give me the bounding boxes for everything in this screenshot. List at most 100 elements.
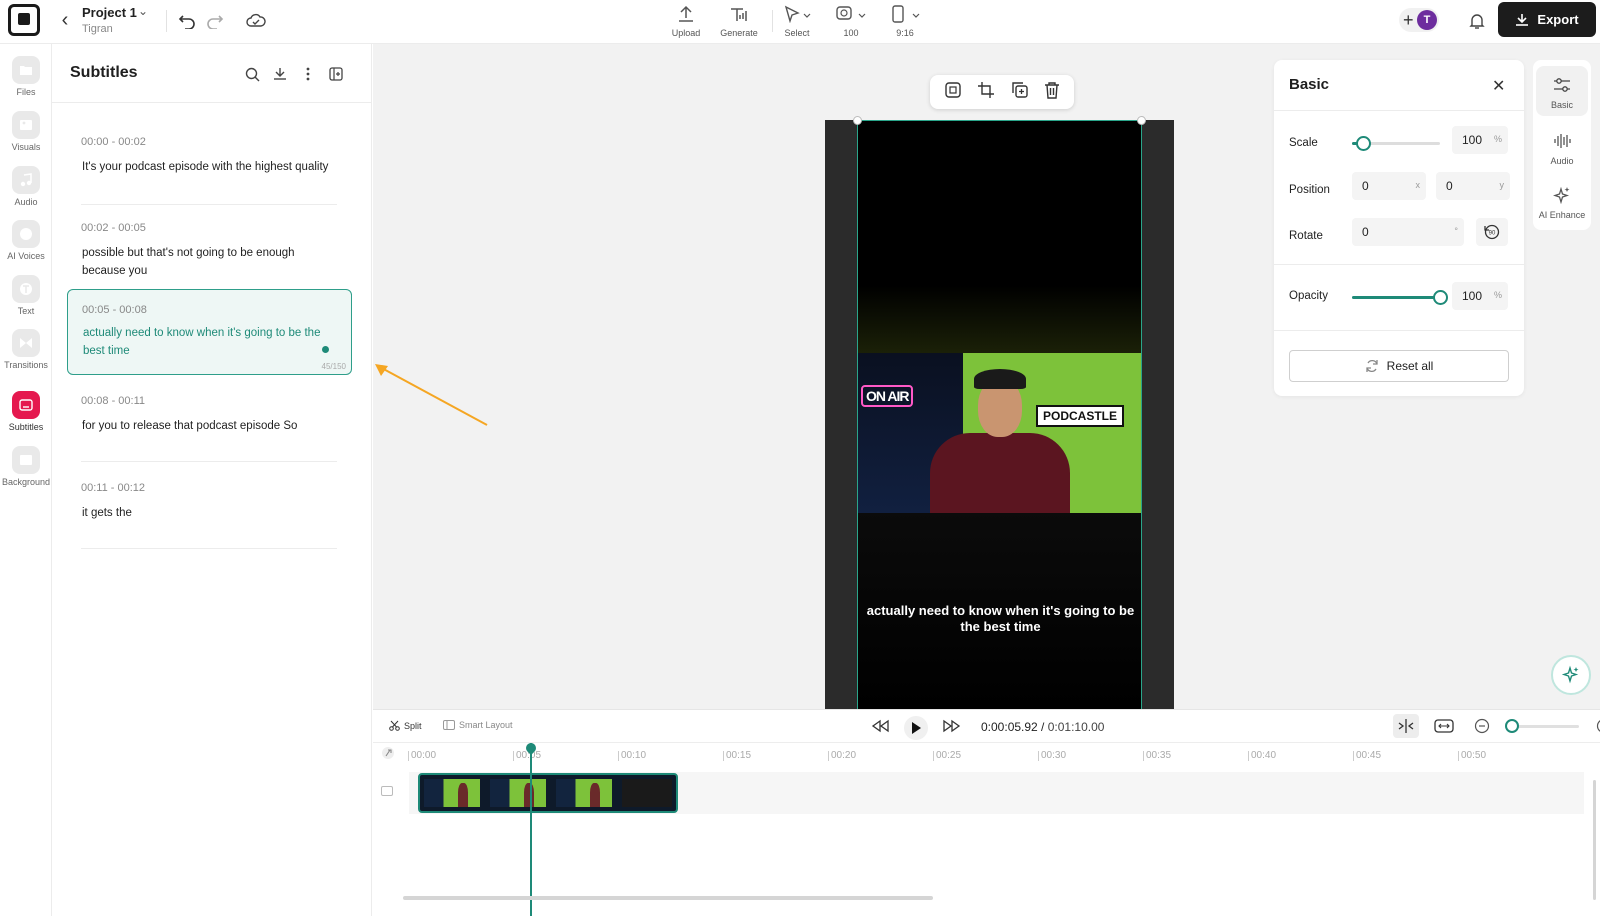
rotate-90-button[interactable]: 90 <box>1476 218 1508 246</box>
subtitle-item-active[interactable]: 00:05 - 00:08 actually need to know when… <box>67 289 352 375</box>
opacity-input[interactable]: 100 % <box>1452 282 1508 310</box>
subtitle-text-editor[interactable]: actually need to know when it's going to… <box>83 324 333 360</box>
add-collaborator-icon[interactable]: + <box>1403 8 1414 32</box>
refresh-icon <box>1366 359 1378 373</box>
fit-frame-icon[interactable] <box>944 81 962 104</box>
download-icon[interactable] <box>270 64 290 84</box>
crop-icon[interactable] <box>977 81 995 104</box>
redo-icon[interactable] <box>204 10 226 32</box>
snap-toggle-icon[interactable] <box>1393 714 1419 738</box>
position-y-input[interactable]: 0 y <box>1436 172 1510 200</box>
avatar[interactable]: T <box>1417 10 1437 30</box>
subtitle-text[interactable]: possible but that's not going to be enou… <box>82 244 332 280</box>
trash-icon[interactable] <box>1044 81 1060 104</box>
cursor-icon <box>772 2 822 26</box>
collapse-panel-icon[interactable] <box>326 64 346 84</box>
scale-unit: % <box>1493 134 1502 144</box>
scale-input[interactable]: 100 % <box>1452 126 1508 154</box>
timeline-zoom-slider[interactable] <box>1505 718 1579 733</box>
resize-handle-top-left[interactable] <box>853 116 862 125</box>
subtitle-text[interactable]: It's your podcast episode with the highe… <box>82 158 332 176</box>
video-clip[interactable] <box>418 773 678 813</box>
close-icon[interactable]: ✕ <box>1492 76 1505 96</box>
track-type-icon <box>381 786 393 799</box>
chevron-down-icon[interactable]: ⌄ <box>138 4 148 18</box>
subtitle-item[interactable]: 00:11 - 00:12 it gets the <box>67 470 352 552</box>
position-x-input[interactable]: 0 x <box>1352 172 1426 200</box>
playback-controls <box>870 716 962 740</box>
playhead[interactable] <box>530 743 532 916</box>
status-dot <box>322 346 329 353</box>
project-title[interactable]: Project 1 <box>82 5 137 20</box>
rail-item-visuals[interactable]: Visuals <box>0 111 52 152</box>
rail-item-audio[interactable]: Audio <box>0 166 52 207</box>
resize-handle-top-right[interactable] <box>1137 116 1146 125</box>
divider <box>81 204 337 205</box>
search-icon[interactable] <box>242 64 262 84</box>
rail-item-transitions[interactable]: Transitions <box>0 329 52 370</box>
zoom-out-icon[interactable] <box>1469 714 1495 738</box>
rail-item-text[interactable]: Text <box>0 275 52 316</box>
collaborators[interactable]: + T <box>1399 8 1439 32</box>
rail-item-ai-voices[interactable]: AI Voices <box>0 220 52 261</box>
opacity-slider[interactable] <box>1352 290 1448 305</box>
subtitle-text[interactable]: for you to release that podcast episode … <box>82 417 332 435</box>
upload-button[interactable]: Upload <box>661 2 711 38</box>
select-tool-button[interactable]: Select <box>772 2 822 38</box>
smart-layout-button[interactable]: Smart Layout <box>443 720 513 730</box>
fast-forward-icon[interactable] <box>942 719 962 738</box>
panel-title: Subtitles <box>70 64 138 81</box>
ai-magic-button[interactable] <box>1551 655 1591 695</box>
right-rail-item-basic[interactable]: Basic <box>1536 66 1588 116</box>
rail-item-subtitles[interactable]: Subtitles <box>0 391 52 432</box>
vertical-scrollbar[interactable] <box>1593 780 1596 900</box>
notification-bell-icon[interactable] <box>1466 10 1488 32</box>
marker-icon[interactable] <box>381 746 395 763</box>
rail-item-background[interactable]: Background <box>0 446 52 487</box>
subtitle-item[interactable]: 00:08 - 00:11 for you to release that po… <box>67 383 352 465</box>
timeline-zoom-handle[interactable] <box>1505 718 1519 733</box>
zoom-dropdown[interactable]: 100 <box>826 2 876 38</box>
voice-icon <box>12 220 40 248</box>
video-preview[interactable]: ON AIR PODCASTLE actually need to know w… <box>857 120 1142 710</box>
split-button[interactable]: Split <box>389 720 422 731</box>
select-label: Select <box>784 28 810 38</box>
smart-layout-icon <box>443 720 455 730</box>
position-x-value: 0 <box>1362 179 1369 193</box>
reset-all-button[interactable]: Reset all <box>1289 350 1509 382</box>
rewind-icon[interactable] <box>870 719 890 738</box>
right-rail-item-audio[interactable]: Audio <box>1536 122 1588 172</box>
person-cap <box>974 369 1026 389</box>
zoom-in-icon[interactable] <box>1591 714 1600 738</box>
more-options-icon[interactable] <box>298 64 318 84</box>
subtitle-text[interactable]: it gets the <box>82 504 332 522</box>
rotate-input[interactable]: 0 ° <box>1352 218 1464 246</box>
smart-layout-label: Smart Layout <box>459 720 513 730</box>
undo-icon[interactable] <box>176 10 198 32</box>
subtitle-item[interactable]: 00:00 - 00:02 It's your podcast episode … <box>67 124 352 206</box>
rail-item-files[interactable]: Files <box>0 56 52 97</box>
export-button[interactable]: Export <box>1498 2 1596 37</box>
horizontal-scrollbar[interactable] <box>403 896 933 900</box>
back-arrow-icon[interactable]: ‹ <box>55 8 75 32</box>
scale-slider[interactable] <box>1352 136 1440 151</box>
aspect-ratio-dropdown[interactable]: 9:16 <box>880 2 930 38</box>
subtitle-item[interactable]: 00:02 - 00:05 possible but that's not go… <box>67 210 352 292</box>
scale-value: 100 <box>1462 133 1483 147</box>
opacity-slider-handle[interactable] <box>1433 290 1448 305</box>
fit-timeline-icon[interactable] <box>1431 714 1457 738</box>
play-button[interactable] <box>904 716 928 740</box>
subtitle-time: 00:05 - 00:08 <box>82 304 147 316</box>
scale-slider-handle[interactable] <box>1355 136 1371 151</box>
timecode: 0:00:05.92 / 0:01:10.00 <box>981 720 1105 734</box>
duplicate-icon[interactable] <box>1011 81 1029 104</box>
right-rail-item-ai-enhance[interactable]: AI Enhance <box>1536 176 1588 226</box>
element-toolbar <box>930 75 1074 109</box>
generate-button[interactable]: Generate <box>714 2 764 38</box>
app-logo-icon[interactable] <box>8 4 40 36</box>
cloud-save-icon[interactable] <box>244 10 268 32</box>
character-counter: 45/150 <box>321 362 346 371</box>
video-caption[interactable]: actually need to know when it's going to… <box>858 603 1141 635</box>
top-bar: ‹ Project 1 ⌄ Tigran Upload Generate Sel… <box>0 0 1600 44</box>
upload-icon <box>661 2 711 26</box>
